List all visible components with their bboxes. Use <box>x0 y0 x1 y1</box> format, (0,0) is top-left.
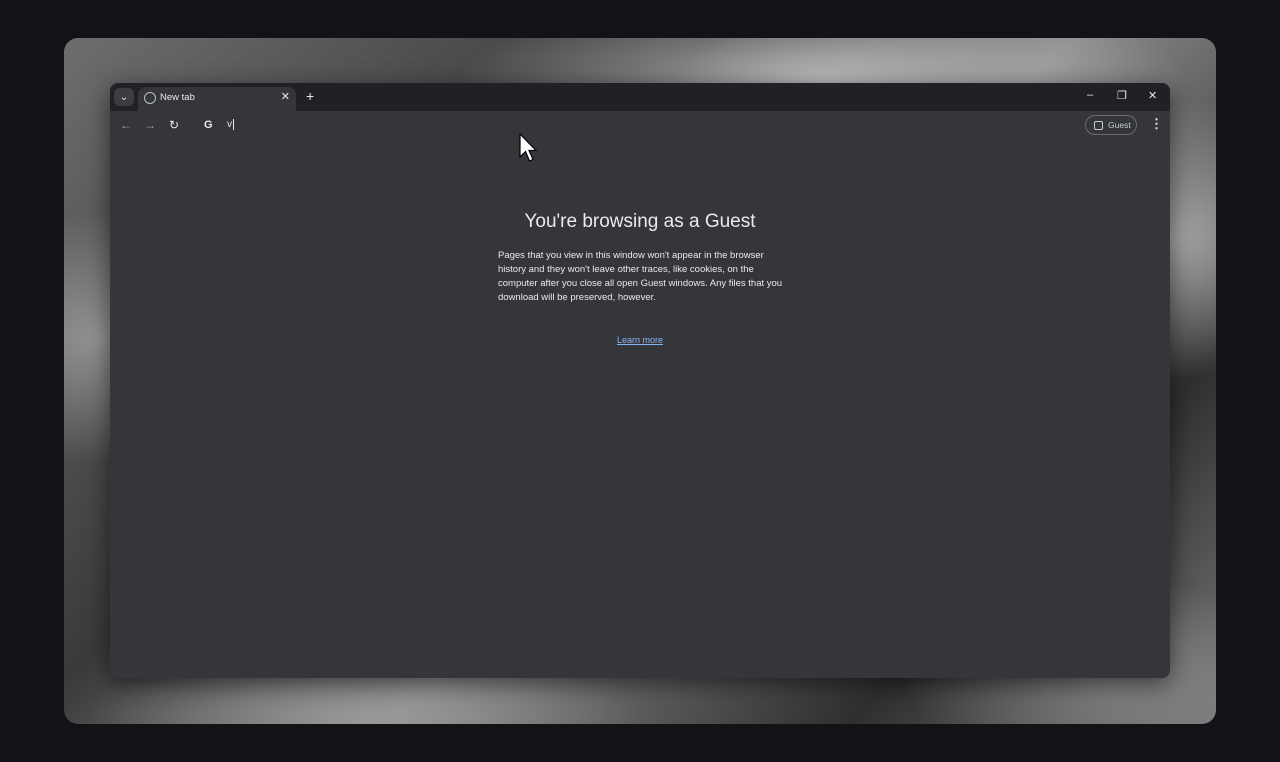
profile-label: Guest <box>1108 120 1131 130</box>
reload-button[interactable]: ↻ <box>169 118 179 132</box>
minimize-button[interactable]: – <box>1087 89 1093 101</box>
google-icon: G <box>204 119 213 131</box>
learn-more-link[interactable]: Learn more <box>110 335 1170 345</box>
tab-new-tab[interactable]: New tab ✕ <box>138 87 296 111</box>
address-bar-input[interactable]: v <box>227 119 234 130</box>
restore-button[interactable]: ❐ <box>1117 89 1127 102</box>
close-window-button[interactable]: ✕ <box>1148 89 1157 102</box>
page-title: You're browsing as a Guest <box>524 211 756 232</box>
mouse-cursor-icon <box>519 133 538 162</box>
profile-button[interactable]: Guest <box>1085 115 1137 135</box>
tab-close-button[interactable]: ✕ <box>281 90 290 103</box>
tab-title: New tab <box>160 92 195 103</box>
toolbar: ← → ↻ G v Guest ⋮ <box>110 111 1170 141</box>
tab-strip: ⌄ New tab ✕ + – ❐ ✕ <box>110 83 1170 111</box>
person-badge-icon <box>1094 120 1103 130</box>
browser-window: ⌄ New tab ✕ + – ❐ ✕ ← → ↻ G v Guest ⋮ Yo… <box>110 83 1170 678</box>
back-button[interactable]: ← <box>120 118 132 132</box>
forward-button[interactable]: → <box>144 118 156 132</box>
new-tab-button[interactable]: + <box>306 88 314 104</box>
guest-description: Pages that you view in this window won't… <box>498 250 783 303</box>
tab-search-button[interactable]: ⌄ <box>114 88 134 106</box>
more-menu-button[interactable]: ⋮ <box>1150 116 1163 132</box>
guest-page: You're browsing as a Guest Pages that yo… <box>110 141 1170 678</box>
globe-icon <box>144 92 156 104</box>
